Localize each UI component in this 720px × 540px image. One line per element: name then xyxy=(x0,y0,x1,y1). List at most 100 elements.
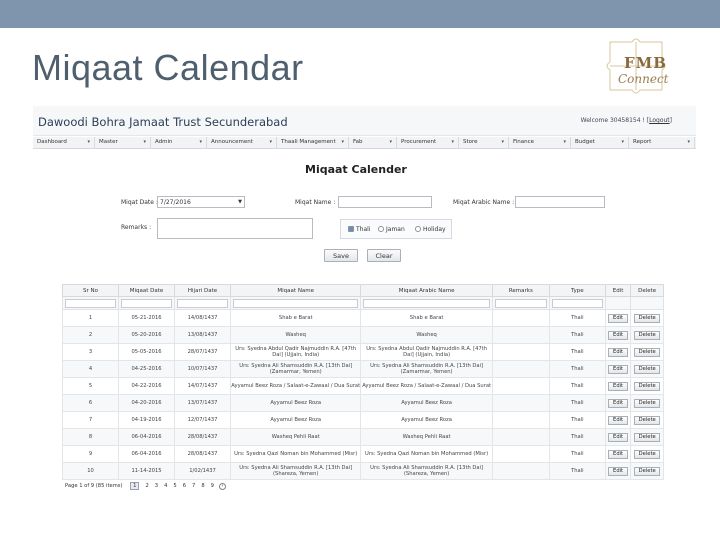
table-cell: 3 xyxy=(61,343,120,361)
edit-button[interactable]: Edit xyxy=(608,432,629,442)
delete-button[interactable]: Delete xyxy=(634,381,661,391)
chevron-down-icon: ▾ xyxy=(501,139,504,145)
logo-text-connect: Connect xyxy=(618,72,669,86)
menu-item-8[interactable]: Finance ▾ xyxy=(509,137,571,149)
menu-item-10[interactable]: Report ▾ xyxy=(629,137,695,149)
table-cell: Urs: Syedna Qazi Noman bin Mohammed (Mis… xyxy=(230,445,362,463)
delete-button[interactable]: Delete xyxy=(634,449,661,459)
column-filter-input[interactable] xyxy=(65,298,117,308)
pager-page-7[interactable]: 7 xyxy=(192,483,195,489)
edit-button[interactable]: Edit xyxy=(608,398,629,408)
radio-thali[interactable]: Thali xyxy=(348,226,370,233)
delete-button[interactable]: Delete xyxy=(634,364,661,374)
menu-item-1[interactable]: Master ▾ xyxy=(95,137,151,149)
menu-item-4[interactable]: Thaali Management ▾ xyxy=(277,137,349,149)
delete-button[interactable]: Delete xyxy=(634,415,661,425)
edit-button[interactable]: Edit xyxy=(608,466,629,476)
table-row: 1 05-21-2016 14/08/1437 Shab e Barat Shab e … xyxy=(61,309,664,327)
next-page-icon[interactable]: › xyxy=(218,483,226,490)
table-cell: 28/08/1437 xyxy=(174,428,232,446)
filter-cell xyxy=(230,296,362,310)
edit-button[interactable]: Edit xyxy=(608,449,629,459)
table-cell: 1 xyxy=(61,309,120,327)
edit-cell: Edit xyxy=(604,377,632,395)
delete-cell: Delete xyxy=(630,394,664,412)
column-header[interactable]: Hijari Date xyxy=(174,284,232,297)
menu-item-label: Procurement xyxy=(401,139,437,145)
column-filter-input[interactable] xyxy=(177,298,229,308)
column-header[interactable]: Type xyxy=(548,284,606,297)
column-filter-input[interactable] xyxy=(121,298,173,308)
column-filter-input[interactable] xyxy=(494,298,547,308)
clear-button[interactable]: Clear xyxy=(367,249,401,262)
column-header[interactable]: Miqaat Name xyxy=(230,284,362,297)
delete-button[interactable]: Delete xyxy=(634,398,661,408)
menu-item-label: Announcement xyxy=(211,139,253,145)
miqaat-date-select[interactable]: 7/27/2016 ▼ xyxy=(157,196,245,208)
delete-button[interactable]: Delete xyxy=(634,347,661,357)
pager-page-8[interactable]: 8 xyxy=(201,483,204,489)
edit-button[interactable]: Edit xyxy=(608,330,629,340)
table-cell: Thali xyxy=(548,309,606,327)
table-cell: 05-20-2016 xyxy=(118,326,176,344)
delete-cell: Delete xyxy=(630,377,664,395)
save-button[interactable]: Save xyxy=(324,249,358,262)
miqaat-name-input[interactable] xyxy=(338,196,432,208)
table-cell xyxy=(491,360,550,378)
edit-button[interactable]: Edit xyxy=(608,347,629,357)
menu-item-9[interactable]: Budget ▾ xyxy=(571,137,629,149)
menu-item-label: Budget xyxy=(575,139,595,145)
radio-jaman[interactable]: Jaman xyxy=(378,226,405,233)
edit-button[interactable]: Edit xyxy=(608,313,629,323)
chevron-down-icon: ▾ xyxy=(269,139,272,145)
column-header[interactable]: Edit xyxy=(604,284,632,297)
table-cell: Shab e Barat xyxy=(360,309,493,327)
delete-button[interactable]: Delete xyxy=(634,313,661,323)
menu-item-5[interactable]: Fab ▾ xyxy=(349,137,397,149)
edit-cell: Edit xyxy=(604,309,632,327)
menu-item-2[interactable]: Admin ▾ xyxy=(151,137,207,149)
edit-cell: Edit xyxy=(604,462,632,480)
column-filter-input[interactable] xyxy=(363,298,490,308)
column-filter-input[interactable] xyxy=(551,298,603,308)
pager-page-3[interactable]: 3 xyxy=(155,483,158,489)
column-header[interactable]: Delete xyxy=(630,284,664,297)
chevron-down-icon: ▾ xyxy=(143,139,146,145)
radio-holiday[interactable]: Holiday xyxy=(415,226,446,233)
pager-page-4[interactable]: 4 xyxy=(164,483,167,489)
chevron-down-icon: ▾ xyxy=(389,139,392,145)
table-cell: Urs: Syedna Ali Shamsuddin R.A. [13th Da… xyxy=(360,462,493,480)
edit-button[interactable]: Edit xyxy=(608,364,629,374)
delete-button[interactable]: Delete xyxy=(634,432,661,442)
delete-button[interactable]: Delete xyxy=(634,330,661,340)
column-header[interactable]: Sr No xyxy=(61,284,120,297)
edit-button[interactable]: Edit xyxy=(608,381,629,391)
edit-button[interactable]: Edit xyxy=(608,415,629,425)
chevron-down-icon: ▾ xyxy=(687,139,690,145)
pager-page-1[interactable]: 1 xyxy=(130,482,140,490)
menu-item-7[interactable]: Store ▾ xyxy=(459,137,509,149)
column-header[interactable]: Remarks xyxy=(491,284,550,297)
menu-item-6[interactable]: Procurement ▾ xyxy=(397,137,459,149)
pager-page-6[interactable]: 6 xyxy=(183,483,186,489)
table-header-row: Sr No Miqaat Date Hijari Date Miqaat Name Mi… xyxy=(61,284,664,297)
pager-page-5[interactable]: 5 xyxy=(173,483,176,489)
table-cell: Thali xyxy=(548,394,606,412)
menu-item-0[interactable]: Dashboard ▾ xyxy=(33,137,95,149)
table-cell xyxy=(491,326,550,344)
menu-item-3[interactable]: Announcement ▾ xyxy=(207,137,277,149)
miqaat-arabic-input[interactable] xyxy=(515,196,605,208)
chevron-down-icon: ▼ xyxy=(238,199,242,205)
column-header[interactable]: Miqaat Date xyxy=(118,284,176,297)
column-filter-input[interactable] xyxy=(233,298,359,308)
remarks-textarea[interactable] xyxy=(157,218,313,239)
table-cell: 1/02/1437 xyxy=(174,462,232,480)
pager-page-2[interactable]: 2 xyxy=(145,483,148,489)
column-header[interactable]: Miqaat Arabic Name xyxy=(360,284,493,297)
logout-link[interactable]: Logout xyxy=(649,117,670,124)
delete-button[interactable]: Delete xyxy=(634,466,661,476)
pager-page-9[interactable]: 9 xyxy=(211,483,214,489)
table-cell: Washeq Pehli Raat xyxy=(230,428,362,446)
table-row: 5 04-22-2016 14/07/1437 Ayyamul Beez Roza /… xyxy=(61,377,664,395)
table-cell: Ayyamul Beez Roza xyxy=(230,411,362,429)
